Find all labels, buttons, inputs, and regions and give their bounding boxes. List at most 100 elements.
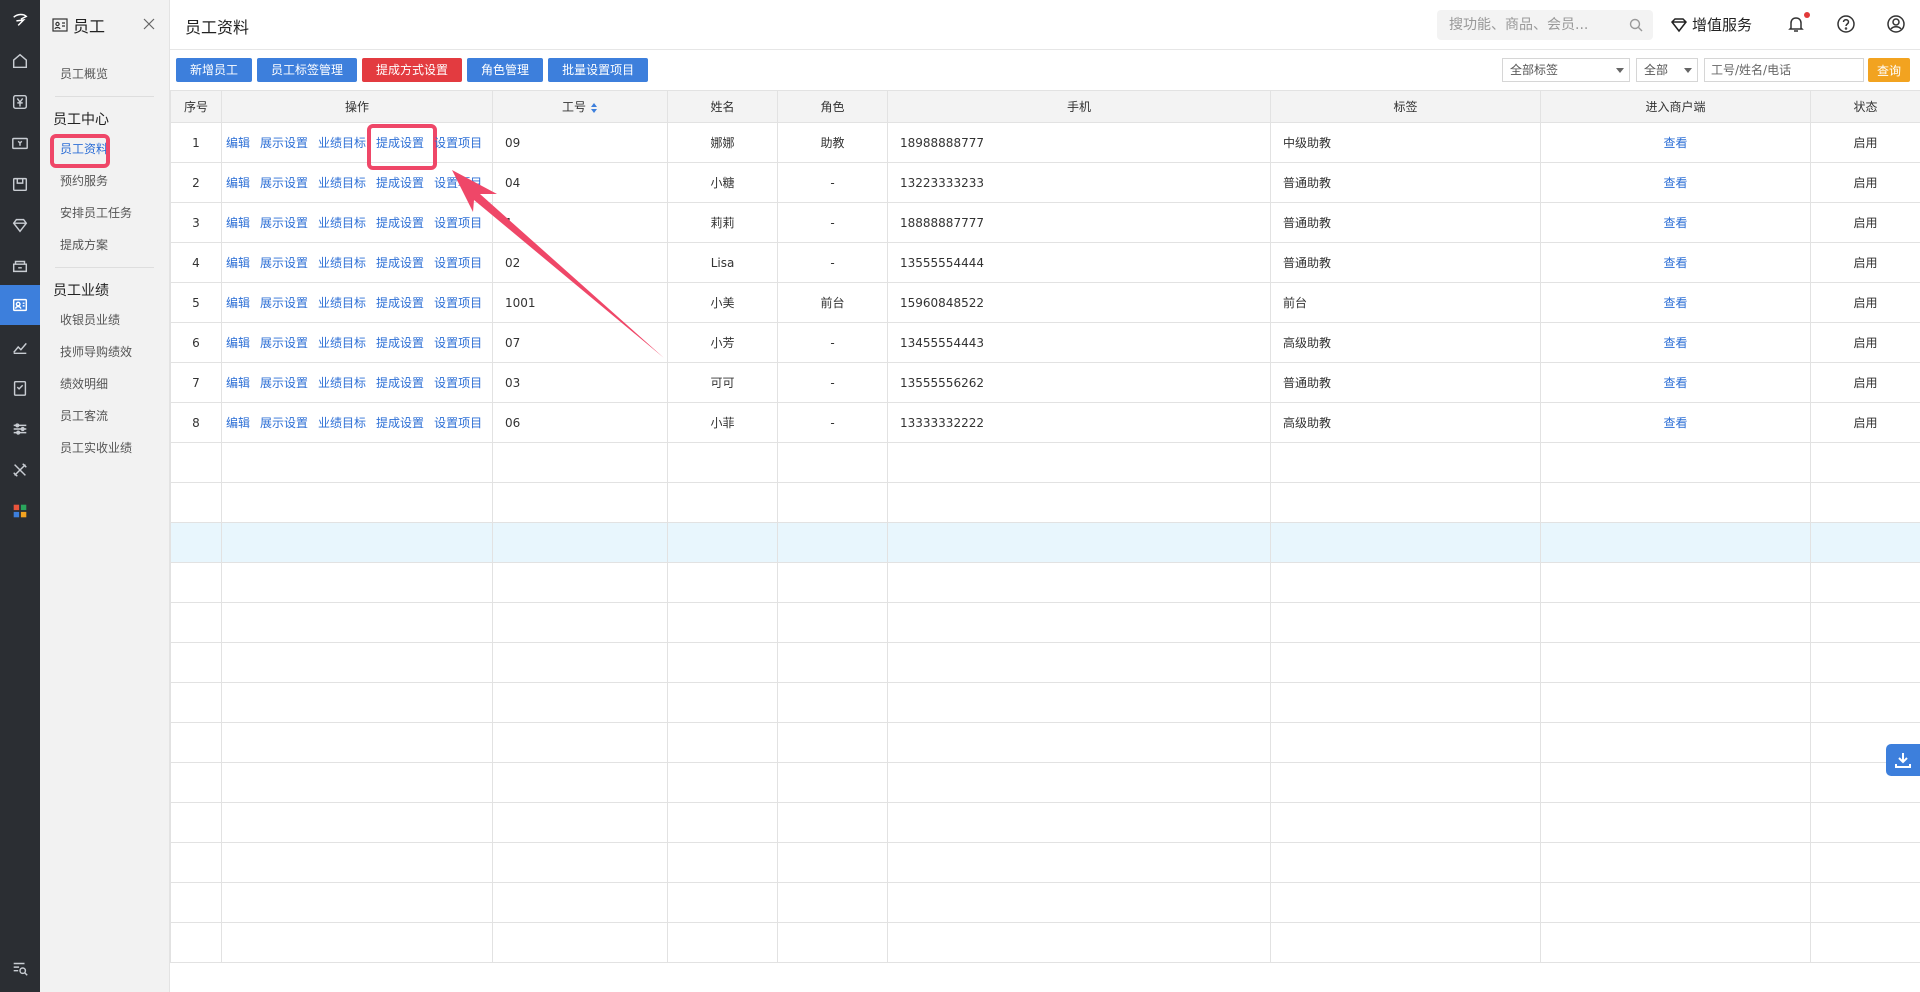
batch-set-items-button[interactable]: 批量设置项目 xyxy=(548,58,649,82)
op-link[interactable]: 提成设置 xyxy=(376,416,424,430)
empty-row xyxy=(170,722,1920,763)
op-link[interactable]: 编辑 xyxy=(226,416,250,430)
view-link[interactable]: 查看 xyxy=(1540,362,1811,403)
box-icon[interactable] xyxy=(0,164,40,204)
op-link[interactable]: 业绩目标 xyxy=(318,256,366,270)
cell-phone: 13555554444 xyxy=(887,242,1271,283)
op-link[interactable]: 展示设置 xyxy=(260,176,308,190)
op-link[interactable]: 设置项目 xyxy=(434,296,482,310)
op-link[interactable]: 业绩目标 xyxy=(318,416,366,430)
view-link[interactable]: 查看 xyxy=(1540,162,1811,203)
tools-icon[interactable] xyxy=(0,450,40,490)
money-icon[interactable] xyxy=(0,123,40,163)
search-input[interactable] xyxy=(1437,10,1617,40)
sidebar-item-staff-overview[interactable]: 员工概览 xyxy=(40,58,169,90)
empty-cell xyxy=(887,642,1271,683)
yen-icon[interactable] xyxy=(0,82,40,122)
sort-icon[interactable] xyxy=(590,102,598,114)
home-icon[interactable] xyxy=(0,41,40,81)
op-link[interactable]: 编辑 xyxy=(226,176,250,190)
op-link[interactable]: 提成设置 xyxy=(376,216,424,230)
sidebar-item-customer-flow[interactable]: 员工客流 xyxy=(40,400,169,432)
col-header-id[interactable]: 工号 xyxy=(492,90,668,123)
user-icon[interactable] xyxy=(1886,14,1906,34)
op-link[interactable]: 展示设置 xyxy=(260,256,308,270)
tag-select[interactable]: 全部标签 xyxy=(1502,58,1630,82)
op-link[interactable]: 提成设置 xyxy=(376,136,424,150)
op-link[interactable]: 业绩目标 xyxy=(318,296,366,310)
help-icon[interactable] xyxy=(1836,14,1856,34)
tag-manage-button[interactable]: 员工标签管理 xyxy=(257,58,358,82)
diamond-icon[interactable] xyxy=(0,205,40,245)
add-staff-button[interactable]: 新增员工 xyxy=(176,58,253,82)
commission-method-button[interactable]: 提成方式设置 xyxy=(362,58,463,82)
sidebar-item-cashier-performance[interactable]: 收银员业绩 xyxy=(40,304,169,336)
op-link[interactable]: 提成设置 xyxy=(376,336,424,350)
search-icon[interactable] xyxy=(1629,18,1643,32)
op-link[interactable]: 编辑 xyxy=(226,376,250,390)
op-link[interactable]: 设置项目 xyxy=(434,176,482,190)
empty-cell xyxy=(492,882,668,923)
bell-icon[interactable] xyxy=(1786,14,1806,34)
status-select[interactable]: 全部 xyxy=(1636,58,1698,82)
op-link[interactable]: 设置项目 xyxy=(434,416,482,430)
close-icon[interactable] xyxy=(143,18,155,30)
apps-icon[interactable] xyxy=(0,491,40,531)
download-icon xyxy=(1895,753,1911,768)
op-link[interactable]: 编辑 xyxy=(226,216,250,230)
view-link[interactable]: 查看 xyxy=(1540,282,1811,323)
cell-id: 1 xyxy=(492,202,668,243)
op-link[interactable]: 展示设置 xyxy=(260,136,308,150)
empty-cell xyxy=(1810,562,1920,603)
search-list-icon[interactable] xyxy=(0,948,40,988)
op-link[interactable]: 展示设置 xyxy=(260,216,308,230)
op-link[interactable]: 业绩目标 xyxy=(318,376,366,390)
global-search[interactable] xyxy=(1437,10,1653,40)
op-link[interactable]: 提成设置 xyxy=(376,256,424,270)
op-link[interactable]: 设置项目 xyxy=(434,376,482,390)
sidebar-item-staff-profile[interactable]: 员工资料 xyxy=(40,133,169,168)
staff-icon[interactable] xyxy=(0,285,40,325)
sidebar-item-performance-detail[interactable]: 绩效明细 xyxy=(40,368,169,400)
op-link[interactable]: 编辑 xyxy=(226,296,250,310)
op-link[interactable]: 业绩目标 xyxy=(318,136,366,150)
store-icon[interactable] xyxy=(0,246,40,286)
op-link[interactable]: 展示设置 xyxy=(260,336,308,350)
view-link[interactable]: 查看 xyxy=(1540,402,1811,443)
view-link[interactable]: 查看 xyxy=(1540,242,1811,283)
empty-cell xyxy=(1270,562,1541,603)
sidebar-item-booking[interactable]: 预约服务 xyxy=(40,165,169,197)
op-link[interactable]: 提成设置 xyxy=(376,296,424,310)
download-button[interactable] xyxy=(1886,744,1920,776)
view-link[interactable]: 查看 xyxy=(1540,122,1811,163)
op-link[interactable]: 业绩目标 xyxy=(318,336,366,350)
sidebar-item-actual-revenue[interactable]: 员工实收业绩 xyxy=(40,432,169,464)
role-manage-button[interactable]: 角色管理 xyxy=(467,58,544,82)
op-link[interactable]: 提成设置 xyxy=(376,176,424,190)
op-link[interactable]: 设置项目 xyxy=(434,136,482,150)
op-link[interactable]: 设置项目 xyxy=(434,216,482,230)
op-link[interactable]: 设置项目 xyxy=(434,256,482,270)
view-link[interactable]: 查看 xyxy=(1540,202,1811,243)
sidebar-item-commission-plan[interactable]: 提成方案 xyxy=(40,229,169,261)
op-link[interactable]: 编辑 xyxy=(226,336,250,350)
chart-icon[interactable] xyxy=(0,327,40,367)
logo-icon[interactable] xyxy=(0,0,40,40)
view-link[interactable]: 查看 xyxy=(1540,322,1811,363)
sliders-icon[interactable] xyxy=(0,409,40,449)
value-service-button[interactable]: 增值服务 xyxy=(1670,14,1752,35)
op-link[interactable]: 展示设置 xyxy=(260,416,308,430)
sidebar-item-tech-performance[interactable]: 技师导购绩效 xyxy=(40,336,169,368)
op-link[interactable]: 展示设置 xyxy=(260,296,308,310)
op-link[interactable]: 业绩目标 xyxy=(318,216,366,230)
keyword-input[interactable] xyxy=(1704,58,1864,82)
op-link[interactable]: 提成设置 xyxy=(376,376,424,390)
op-link[interactable]: 设置项目 xyxy=(434,336,482,350)
query-button[interactable]: 查询 xyxy=(1868,58,1910,82)
sidebar-item-tasks[interactable]: 安排员工任务 xyxy=(40,197,169,229)
op-link[interactable]: 编辑 xyxy=(226,256,250,270)
op-link[interactable]: 展示设置 xyxy=(260,376,308,390)
op-link[interactable]: 编辑 xyxy=(226,136,250,150)
op-link[interactable]: 业绩目标 xyxy=(318,176,366,190)
report-icon[interactable] xyxy=(0,368,40,408)
